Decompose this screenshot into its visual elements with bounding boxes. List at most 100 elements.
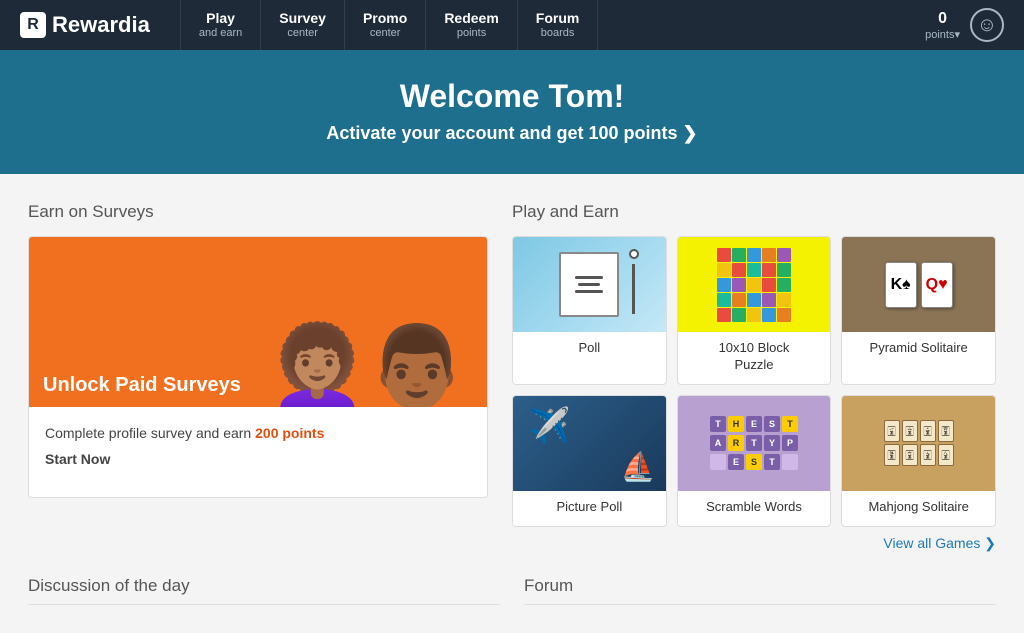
bottom-content: Discussion of the day Forum — [0, 552, 1024, 633]
hero-subtitle[interactable]: Activate your account and get 100 points… — [20, 123, 1004, 144]
survey-card: Unlock Paid Surveys 👩🏽‍🦱👨🏾 Complete prof… — [28, 236, 488, 498]
lb: E — [728, 454, 744, 470]
game-label-block: 10x10 BlockPuzzle — [715, 332, 794, 384]
nav-survey-center[interactable]: Survey center — [261, 0, 345, 50]
mt: 🀇 — [884, 420, 900, 442]
game-thumb-poll — [513, 237, 666, 332]
main-content: Earn on Surveys Unlock Paid Surveys 👩🏽‍🦱… — [0, 174, 1024, 552]
navbar: R Rewardia Play and earn Survey center P… — [0, 0, 1024, 50]
bc — [747, 308, 761, 322]
plane-icon: ✈️ — [528, 406, 570, 446]
nav-links: Play and earn Survey center Promo center… — [180, 0, 925, 50]
game-label-pyramid: Pyramid Solitaire — [866, 332, 972, 367]
game-card-block-puzzle[interactable]: 10x10 BlockPuzzle — [677, 236, 832, 385]
start-now-link[interactable]: Start Now — [45, 451, 471, 467]
lb: T — [710, 416, 726, 432]
mt: 🀊 — [938, 420, 954, 442]
bc — [732, 278, 746, 292]
user-avatar-icon[interactable]: ☺ — [970, 8, 1004, 42]
logo-text: Rewardia — [52, 12, 150, 38]
points-badge[interactable]: 0 points▾ — [925, 10, 960, 41]
bc — [747, 278, 761, 292]
lb: S — [746, 454, 762, 470]
bc — [777, 278, 791, 292]
earn-surveys-title: Earn on Surveys — [28, 202, 488, 222]
game-card-pyramid[interactable]: K♠ Q♥ Pyramid Solitaire — [841, 236, 996, 385]
nav-right: 0 points▾ ☺ — [925, 8, 1004, 42]
game-card-poll[interactable]: Poll — [512, 236, 667, 385]
nav-forum-main: Forum — [536, 10, 580, 27]
mt: 🀎 — [938, 444, 954, 466]
lb: H — [728, 416, 744, 432]
hero-banner: Welcome Tom! Activate your account and g… — [0, 50, 1024, 174]
bc — [762, 308, 776, 322]
earn-surveys-section: Earn on Surveys Unlock Paid Surveys 👩🏽‍🦱… — [28, 202, 488, 552]
logo[interactable]: R Rewardia — [20, 12, 150, 38]
poll-lines — [575, 276, 603, 293]
game-card-picture-poll[interactable]: ✈️ ⛵ Picture Poll — [512, 395, 667, 527]
bc — [717, 278, 731, 292]
mahjong-tiles-art: 🀇 🀈 🀉 🀊 🀋 🀌 🀍 🀎 — [880, 416, 958, 470]
bc — [717, 248, 731, 262]
welcome-heading: Welcome Tom! — [20, 78, 1004, 115]
nav-play-earn[interactable]: Play and earn — [180, 0, 261, 50]
nav-promo-sub: center — [370, 27, 401, 40]
poll-line-2 — [578, 283, 600, 286]
nav-redeem-points[interactable]: Redeem points — [426, 0, 517, 50]
game-thumb-picpoll: ✈️ ⛵ — [513, 396, 666, 491]
nav-promo-main: Promo — [363, 10, 407, 27]
nav-survey-main: Survey — [279, 10, 326, 27]
bc — [762, 263, 776, 277]
game-thumb-scramble: T H E S T A R T Y P E — [678, 396, 831, 491]
bc — [777, 308, 791, 322]
poll-line-3 — [575, 290, 603, 293]
nav-promo-center[interactable]: Promo center — [345, 0, 426, 50]
game-label-poll: Poll — [574, 332, 604, 367]
game-card-mahjong[interactable]: 🀇 🀈 🀉 🀊 🀋 🀌 🀍 🀎 Mahjong Solitaire — [841, 395, 996, 527]
lb — [710, 454, 726, 470]
forum-section: Forum — [524, 576, 996, 605]
poll-line-1 — [575, 276, 603, 279]
survey-banner[interactable]: Unlock Paid Surveys 👩🏽‍🦱👨🏾 — [29, 237, 487, 407]
game-thumb-block — [678, 237, 831, 332]
lb: A — [710, 435, 726, 451]
lb: S — [764, 416, 780, 432]
boat-icon: ⛵ — [621, 450, 656, 483]
bc — [747, 293, 761, 307]
bc — [747, 263, 761, 277]
points-number: 0 — [938, 10, 947, 28]
bc — [732, 248, 746, 262]
lb: T — [764, 454, 780, 470]
mt: 🀍 — [920, 444, 936, 466]
cards-art: K♠ Q♥ — [885, 262, 953, 308]
card-king: K♠ — [885, 262, 917, 308]
game-label-picpoll: Picture Poll — [552, 491, 626, 526]
lb: T — [782, 416, 798, 432]
bc — [717, 293, 731, 307]
lb: E — [746, 416, 762, 432]
poll-card-art — [559, 252, 619, 317]
letter-row-3: E S T — [710, 454, 798, 470]
poll-circle — [629, 249, 639, 259]
play-earn-title: Play and Earn — [512, 202, 996, 222]
letter-row-2: A R T Y P — [710, 435, 798, 451]
survey-body-text: Complete profile survey and earn — [45, 425, 251, 441]
game-card-scramble[interactable]: T H E S T A R T Y P E — [677, 395, 832, 527]
logo-icon: R — [20, 12, 46, 38]
play-earn-section: Play and Earn Poll — [512, 202, 996, 552]
nav-forum-boards[interactable]: Forum boards — [518, 0, 599, 50]
bc — [777, 293, 791, 307]
nav-redeem-sub: points — [457, 27, 486, 40]
survey-banner-text: Unlock Paid Surveys — [43, 374, 241, 397]
bc — [777, 248, 791, 262]
survey-people-icon: 👩🏽‍🦱👨🏾 — [268, 327, 467, 407]
letter-row-1: T H E S T — [710, 416, 798, 432]
nav-survey-sub: center — [287, 27, 318, 40]
poll-stick — [632, 264, 635, 314]
game-label-mahjong: Mahjong Solitaire — [864, 491, 972, 526]
lb: Y — [764, 435, 780, 451]
view-all-games-link[interactable]: View all Games ❯ — [512, 535, 996, 552]
game-thumb-pyramid: K♠ Q♥ — [842, 237, 995, 332]
games-grid: Poll — [512, 236, 996, 527]
discussion-section: Discussion of the day — [28, 576, 500, 605]
